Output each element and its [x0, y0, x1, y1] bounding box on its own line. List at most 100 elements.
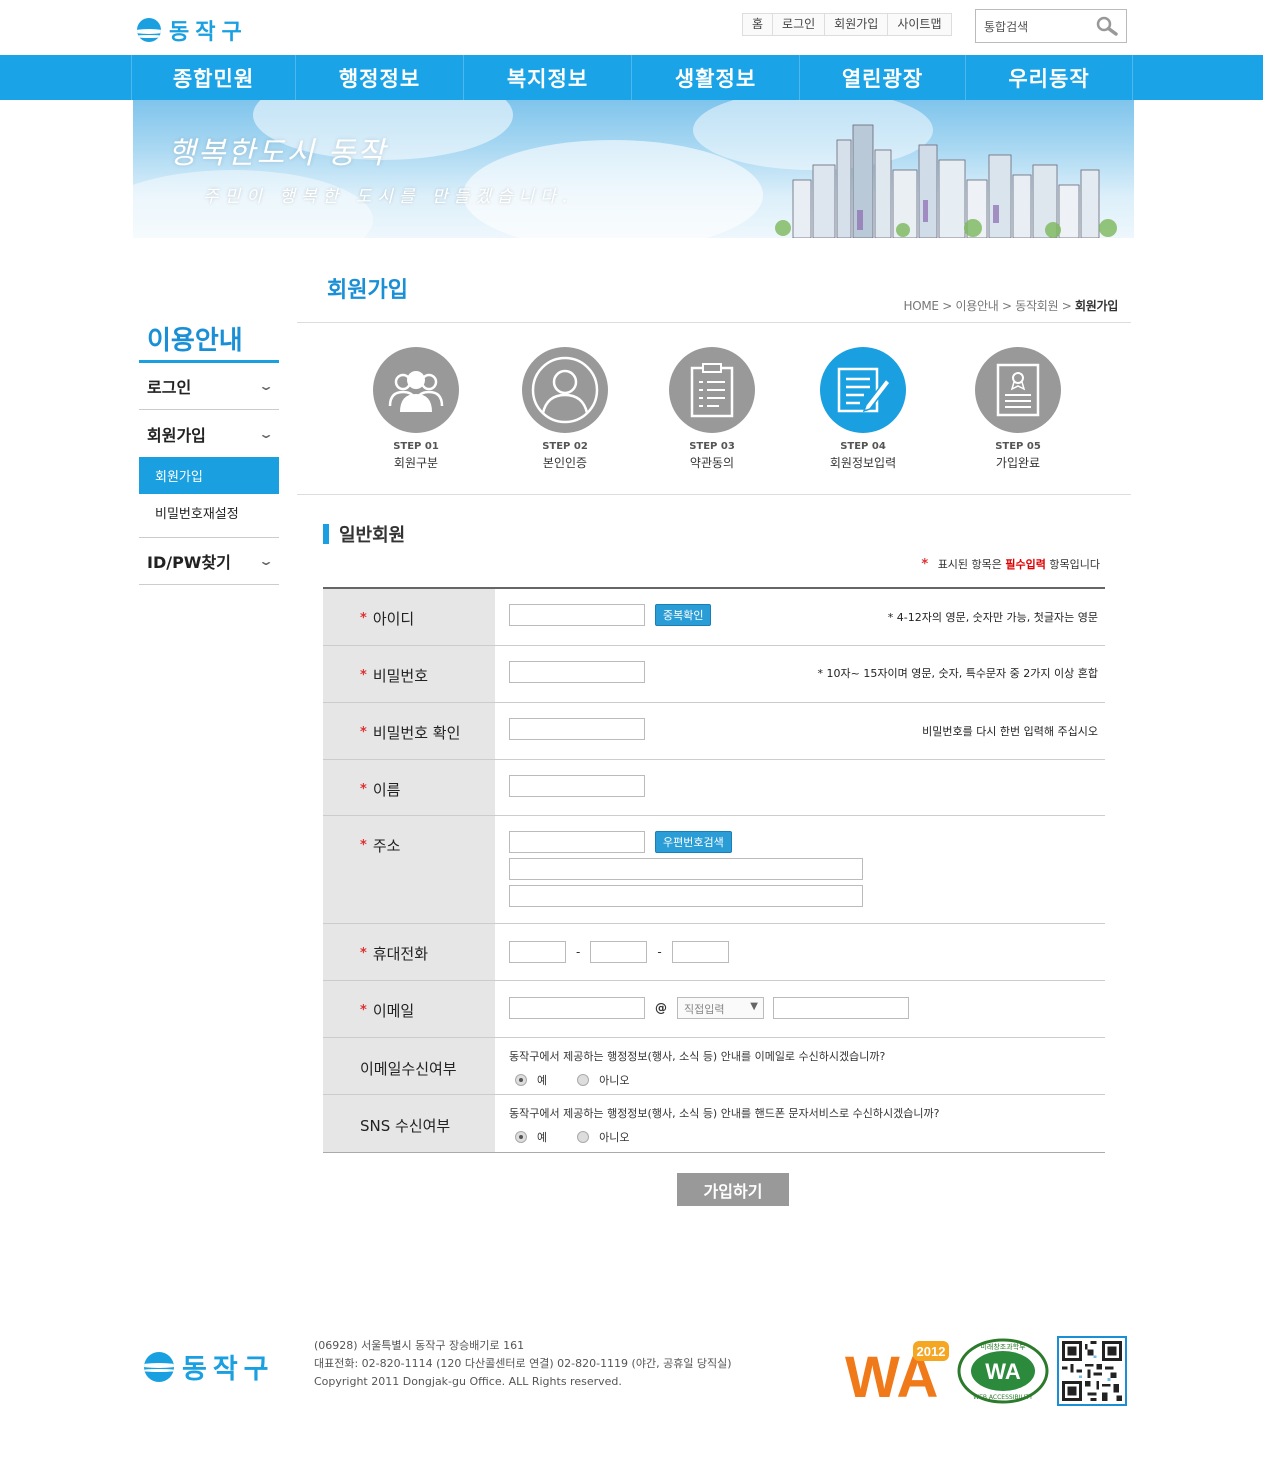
- field-label: 비밀번호 확인: [372, 724, 461, 742]
- gnb-item[interactable]: 생활정보: [631, 55, 799, 100]
- id-input[interactable]: [509, 604, 645, 626]
- step-circle: [975, 347, 1061, 433]
- step-label: 약관동의: [689, 456, 735, 470]
- edit-document-icon: [837, 367, 890, 413]
- step-circle: [522, 347, 608, 433]
- field-label: 아이디: [372, 610, 415, 628]
- main-banner: 행복한도시 동작 주민이 행복한 도시를 만들겠습니다.: [133, 100, 1134, 238]
- svg-text:미래창조과학부: 미래창조과학부: [980, 1342, 1026, 1351]
- user-icon: [531, 356, 599, 424]
- sidebar-item-find-id-pw[interactable]: ID/PW찾기 ⌄: [139, 538, 279, 585]
- step-label: 가입완료: [995, 456, 1041, 470]
- form-row-email: * 이메일 @ 직접입력 ▼: [323, 981, 1105, 1038]
- postcode-search-button[interactable]: 우편번호검색: [655, 831, 732, 853]
- search-icon[interactable]: [1096, 16, 1118, 36]
- breadcrumb-item[interactable]: 동작회원: [1015, 299, 1058, 313]
- gnb-item[interactable]: 복지정보: [463, 55, 631, 100]
- search-input[interactable]: [984, 19, 1092, 33]
- step-label: 본인인증: [542, 456, 588, 470]
- util-link-sitemap[interactable]: 사이트맵: [888, 14, 951, 35]
- gnb-item[interactable]: 우리동작: [965, 55, 1133, 100]
- name-input[interactable]: [509, 775, 645, 797]
- address-input[interactable]: [509, 858, 863, 880]
- section-title: 일반회원: [323, 521, 405, 547]
- logo-mark-icon: [137, 18, 161, 42]
- step-number: STEP 04: [840, 441, 886, 452]
- field-label: 이메일수신여부: [360, 1060, 457, 1078]
- wa-mark-badge-icon: WA 2012: [845, 1341, 949, 1405]
- step-label: 회원구분: [393, 456, 439, 470]
- required-mark: *: [360, 725, 367, 740]
- field-label: 이메일: [372, 1002, 415, 1020]
- footer-badges: WA 2012 WA 미래창조과학부 WEB ACCESSIBILITY: [843, 1336, 1127, 1406]
- form-row-password-confirm: * 비밀번호 확인 비밀번호를 다시 한번 입력해 주십시오: [323, 703, 1105, 760]
- divider: [297, 322, 1131, 323]
- mobile-part1-input[interactable]: [509, 941, 566, 963]
- util-link-home[interactable]: 홈: [743, 14, 774, 35]
- site-logo[interactable]: 동작구: [137, 14, 248, 46]
- qr-code-icon[interactable]: [1057, 1336, 1127, 1406]
- form-row-password: * 비밀번호 * 10자~ 15자이며 영문, 숫자, 특수문자 중 2가지 이상…: [323, 646, 1105, 703]
- email-opt-yes-radio[interactable]: 예: [515, 1072, 547, 1088]
- field-label: 이름: [372, 781, 401, 799]
- email-domain-input[interactable]: [772, 997, 909, 1019]
- breadcrumb-item[interactable]: HOME: [903, 299, 939, 313]
- form-row-mobile: * 휴대전화 - -: [323, 924, 1105, 981]
- step-05: STEP 05 가입완료: [975, 347, 1061, 471]
- step-01: STEP 01 회원구분: [373, 347, 459, 471]
- sns-opt-yes-radio[interactable]: 예: [515, 1129, 547, 1145]
- form-row-name: * 이름: [323, 760, 1105, 816]
- submit-button[interactable]: 가입하기: [677, 1173, 789, 1206]
- breadcrumb-item[interactable]: 이용안내: [956, 299, 999, 313]
- radio-checked-icon: [515, 1131, 527, 1143]
- chevron-down-icon: ⌄: [257, 554, 275, 568]
- field-label: 주소: [372, 837, 401, 855]
- svg-text:WA: WA: [985, 1359, 1021, 1384]
- users-icon: [388, 371, 444, 412]
- city-skyline-illustration: [775, 124, 1117, 238]
- email-opt-no-radio[interactable]: 아니오: [577, 1072, 630, 1088]
- util-link-login[interactable]: 로그인: [773, 14, 826, 35]
- radio-checked-icon: [515, 1074, 527, 1086]
- gnb-item[interactable]: 행정정보: [295, 55, 463, 100]
- email-id-input[interactable]: [509, 997, 645, 1019]
- page-title: 회원가입: [327, 278, 408, 303]
- postcode-input[interactable]: [509, 831, 645, 853]
- sidebar-title: 이용안내: [139, 318, 279, 363]
- clipboard-icon: [690, 363, 734, 418]
- step-02: STEP 02 본인인증: [522, 347, 608, 471]
- field-hint: 비밀번호를 다시 한번 입력해 주십시오: [922, 725, 1098, 738]
- chevron-down-icon: ⌄: [257, 379, 275, 393]
- required-mark: *: [360, 946, 367, 961]
- utility-nav: 홈 로그인 회원가입 사이트맵: [742, 13, 952, 36]
- email-domain-select[interactable]: 직접입력 ▼: [677, 997, 764, 1019]
- password-input[interactable]: [509, 661, 645, 683]
- address-detail-input[interactable]: [509, 885, 863, 907]
- svg-text:WEB ACCESSIBILITY: WEB ACCESSIBILITY: [973, 1394, 1033, 1401]
- email-opt-question: 동작구에서 제공하는 행정정보(행사, 소식 등) 안내를 이메일로 수신하시겠…: [509, 1050, 886, 1063]
- required-mark: *: [360, 1003, 367, 1018]
- id-duplicate-check-button[interactable]: 중복확인: [655, 604, 712, 626]
- sidebar-nav: 이용안내 로그인 ⌄ 회원가입 ⌄ 회원가입 비밀번호재설정 ID/PW찾기 ⌄: [139, 318, 279, 585]
- banner-title: 행복한도시 동작: [168, 136, 387, 171]
- form-row-id: * 아이디 중복확인 * 4-12자의 영문, 숫자만 가능, 첫글자는 영문: [323, 589, 1105, 646]
- footer-logo: 동작구: [144, 1347, 275, 1386]
- gnb-item[interactable]: 열린광장: [799, 55, 965, 100]
- field-label: 비밀번호: [372, 667, 429, 685]
- mobile-part3-input[interactable]: [671, 941, 729, 963]
- sidebar-subitem-join[interactable]: 회원가입: [139, 457, 279, 494]
- sidebar-item-label: 회원가입: [147, 425, 206, 445]
- sns-opt-no-radio[interactable]: 아니오: [577, 1129, 630, 1145]
- util-link-join[interactable]: 회원가입: [825, 14, 889, 35]
- sidebar-subitem-password-reset[interactable]: 비밀번호재설정: [139, 494, 279, 531]
- sns-opt-question: 동작구에서 제공하는 행정정보(행사, 소식 등) 안내를 핸드폰 문자서비스로…: [509, 1107, 940, 1120]
- mobile-part2-input[interactable]: [590, 941, 648, 963]
- gnb-item[interactable]: 종합민원: [131, 55, 295, 100]
- sidebar-item-login[interactable]: 로그인 ⌄: [139, 363, 279, 410]
- dropdown-arrow-icon: ▼: [750, 1001, 758, 1012]
- divider: [297, 494, 1131, 495]
- field-label: SNS 수신여부: [360, 1117, 451, 1135]
- sidebar-item-join[interactable]: 회원가입 ⌄: [139, 410, 279, 457]
- password-confirm-input[interactable]: [509, 718, 645, 740]
- form-row-address: * 주소 우편번호검색: [323, 816, 1105, 924]
